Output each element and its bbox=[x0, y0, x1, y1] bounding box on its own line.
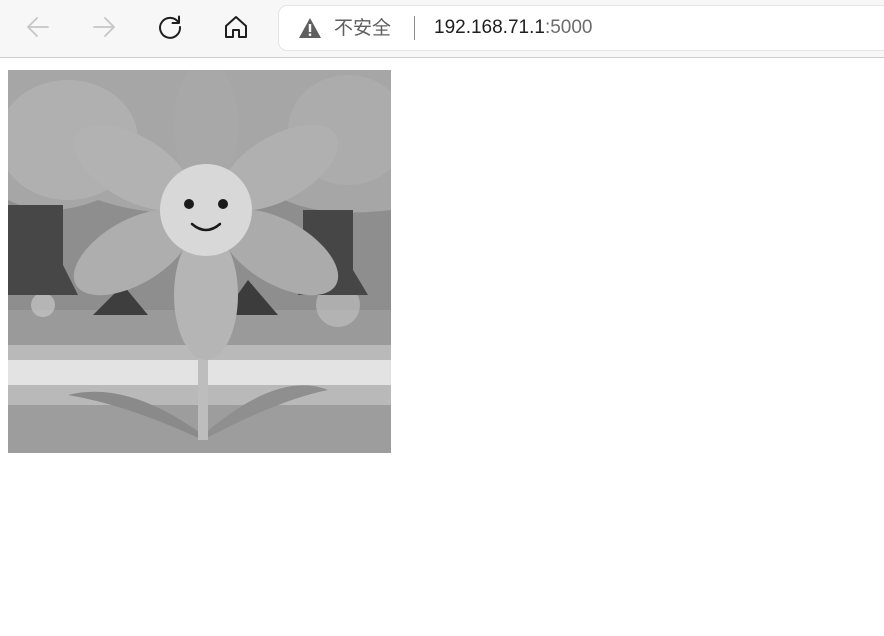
back-button[interactable] bbox=[20, 9, 56, 45]
url-text[interactable]: 192.168.71.1:5000 bbox=[434, 16, 593, 40]
reload-button[interactable] bbox=[152, 9, 188, 45]
flower-image bbox=[8, 70, 391, 453]
warning-triangle-icon[interactable] bbox=[298, 16, 322, 40]
arrow-right-icon bbox=[93, 17, 115, 37]
forward-button[interactable] bbox=[86, 9, 122, 45]
home-button[interactable] bbox=[218, 9, 254, 45]
url-port: :5000 bbox=[544, 17, 593, 38]
address-bar[interactable]: 不安全 192.168.71.1:5000 bbox=[279, 6, 884, 50]
arrow-left-icon bbox=[27, 17, 49, 37]
reload-icon bbox=[159, 15, 182, 39]
security-status-label[interactable]: 不安全 bbox=[334, 16, 391, 40]
browser-toolbar: 不安全 192.168.71.1:5000 bbox=[0, 0, 884, 58]
home-icon bbox=[225, 16, 247, 38]
address-divider bbox=[414, 16, 415, 40]
url-host: 192.168.71.1 bbox=[434, 17, 545, 38]
